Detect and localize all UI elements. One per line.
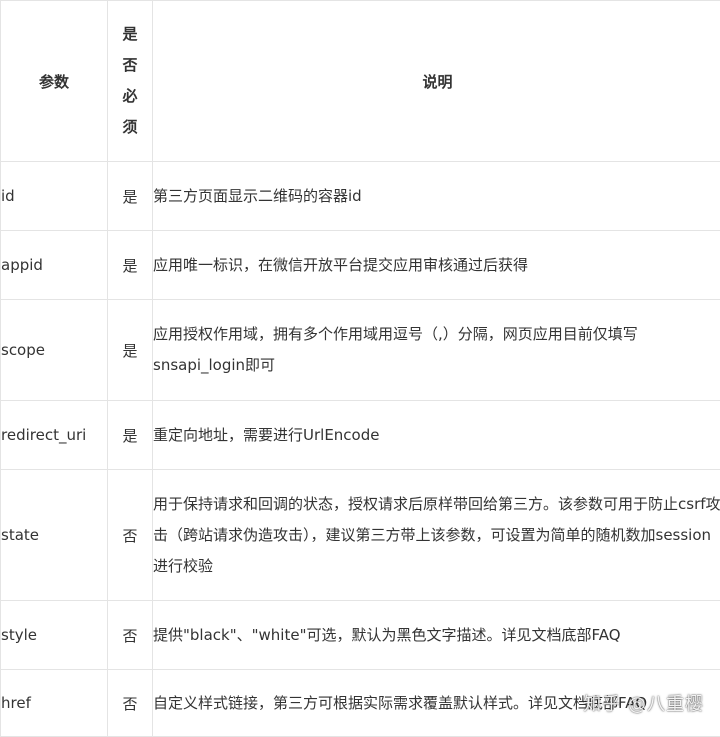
param-required: 是	[108, 162, 153, 231]
header-description: 说明	[153, 1, 720, 162]
table-row: state 否 用于保持请求和回调的状态，授权请求后原样带回给第三方。该参数可用…	[1, 470, 720, 601]
param-name: scope	[1, 300, 108, 401]
table-row: scope 是 应用授权作用域，拥有多个作用域用逗号（,）分隔，网页应用目前仅填…	[1, 300, 720, 401]
header-required: 是否必须	[108, 1, 153, 162]
table-header-row: 参数 是否必须 说明	[1, 1, 720, 162]
param-description: 应用唯一标识，在微信开放平台提交应用审核通过后获得	[153, 231, 720, 300]
param-required: 是	[108, 401, 153, 470]
param-required: 否	[108, 470, 153, 601]
param-required: 是	[108, 300, 153, 401]
table-row: id 是 第三方页面显示二维码的容器id	[1, 162, 720, 231]
param-description: 第三方页面显示二维码的容器id	[153, 162, 720, 231]
table-row: href 否 自定义样式链接，第三方可根据实际需求覆盖默认样式。详见文档底部FA…	[1, 670, 720, 737]
param-description: 应用授权作用域，拥有多个作用域用逗号（,）分隔，网页应用目前仅填写snsapi_…	[153, 300, 720, 401]
param-name: id	[1, 162, 108, 231]
parameters-table: 参数 是否必须 说明 id 是 第三方页面显示二维码的容器id appid 是 …	[0, 0, 720, 737]
param-required: 否	[108, 601, 153, 670]
param-name: href	[1, 670, 108, 737]
param-required: 否	[108, 670, 153, 737]
param-description: 重定向地址，需要进行UrlEncode	[153, 401, 720, 470]
header-param: 参数	[1, 1, 108, 162]
param-description: 用于保持请求和回调的状态，授权请求后原样带回给第三方。该参数可用于防止csrf攻…	[153, 470, 720, 601]
param-description: 自定义样式链接，第三方可根据实际需求覆盖默认样式。详见文档底部FAQ	[153, 670, 720, 737]
table-row: style 否 提供"black"、"white"可选，默认为黑色文字描述。详见…	[1, 601, 720, 670]
param-required: 是	[108, 231, 153, 300]
param-name: state	[1, 470, 108, 601]
param-description: 提供"black"、"white"可选，默认为黑色文字描述。详见文档底部FAQ	[153, 601, 720, 670]
param-name: appid	[1, 231, 108, 300]
table-row: redirect_uri 是 重定向地址，需要进行UrlEncode	[1, 401, 720, 470]
header-required-label: 是否必须	[122, 19, 138, 143]
table-row: appid 是 应用唯一标识，在微信开放平台提交应用审核通过后获得	[1, 231, 720, 300]
param-name: redirect_uri	[1, 401, 108, 470]
param-name: style	[1, 601, 108, 670]
